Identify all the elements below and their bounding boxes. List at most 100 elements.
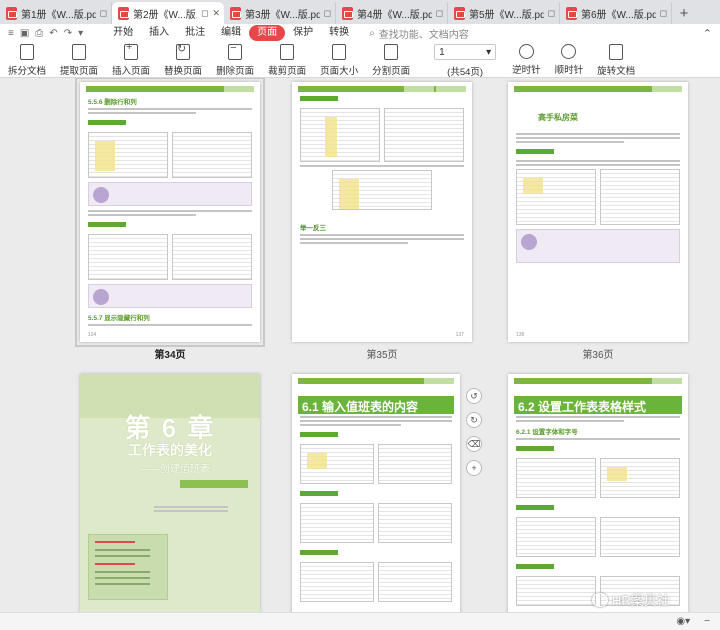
page-header-bar: [298, 378, 454, 384]
tab-chat-icon[interactable]: ◻: [201, 8, 208, 19]
print-icon[interactable]: ⎙: [35, 28, 43, 39]
page-size-icon: [332, 44, 347, 60]
rotate-cw-icon: [561, 44, 577, 59]
menu-icon[interactable]: ≡: [8, 28, 14, 39]
tab-chat-icon[interactable]: ◻: [100, 8, 107, 19]
menu-item-start[interactable]: 开始: [105, 25, 141, 41]
replace-page-button[interactable]: 替换页面: [164, 42, 203, 77]
page-thumbnail-39[interactable]: 6.2 设置工作表表格样式 6.2.1 设置字体和字号: [508, 374, 688, 612]
page-number-value: 1: [439, 46, 445, 58]
rotate-document-icon: [609, 44, 624, 60]
menu-tabs: 开始 插入 批注 编辑 页面 保护 转换: [105, 25, 357, 41]
page-label-35: 第35页: [366, 350, 398, 361]
menu-item-annotate[interactable]: 批注: [177, 25, 213, 41]
add-page-icon[interactable]: +: [466, 460, 482, 476]
menu-item-page[interactable]: 页面: [249, 25, 286, 41]
page-size-button[interactable]: 页面大小: [320, 44, 358, 77]
tab-chat-icon[interactable]: ◻: [660, 8, 667, 19]
split-page-button[interactable]: 分割页面: [372, 44, 410, 77]
page-toolbar: 拆分文档 提取页面 插入页面 替换页面 删除页面 裁剪页面 页面大小 分割页面 …: [0, 41, 720, 78]
tab-book-1[interactable]: 第1册《W...版.pdf ◻: [0, 2, 112, 24]
tip-box: [88, 182, 252, 206]
tab-title: 第2册《W...版.pdf: [133, 9, 197, 21]
page-thumbnail-36[interactable]: 高手私房菜 138: [508, 82, 688, 342]
watermark: HR案贝社: [592, 590, 670, 609]
menu-item-protect[interactable]: 保护: [285, 25, 321, 41]
tool-label: 顺时针: [554, 65, 584, 76]
tab-bar: 第1册《W...版.pdf ◻ 第2册《W...版.pdf ◻ ✕ 第3册《W.…: [0, 0, 720, 24]
page-navigator: 1 ▾ (共54页): [434, 44, 497, 78]
tip-box: [516, 229, 680, 263]
expand-icon[interactable]: ⌃: [703, 27, 712, 40]
undo-icon[interactable]: ↶: [49, 28, 57, 39]
split-icon: [20, 44, 34, 60]
tool-label: 删除页面: [216, 66, 255, 77]
delete-page-button[interactable]: 删除页面: [216, 42, 255, 77]
tool-label: 插入页面: [112, 66, 151, 77]
pdf-icon: [230, 6, 241, 20]
new-tab-button[interactable]: +: [672, 2, 696, 24]
more-icon[interactable]: ▾: [78, 28, 83, 39]
zoom-out-icon[interactable]: −: [704, 616, 710, 627]
view-mode-icon[interactable]: ◉▾: [676, 616, 690, 627]
pdf-icon: [342, 6, 353, 20]
split-document-button[interactable]: 拆分文档: [8, 44, 46, 77]
chapter-outline-box: [88, 534, 168, 600]
crop-page-button[interactable]: 裁剪页面: [268, 44, 306, 77]
tool-label: 裁剪页面: [268, 66, 307, 77]
tool-label: 分割页面: [372, 66, 411, 77]
redo-icon[interactable]: ↷: [64, 28, 72, 39]
menu-item-edit[interactable]: 编辑: [213, 25, 249, 41]
crop-icon: [280, 44, 295, 60]
pdf-icon: [118, 6, 129, 20]
tab-title: 第1册《W...版.pdf: [21, 9, 96, 21]
watermark-text: HR案贝社: [612, 593, 670, 608]
tab-book-6[interactable]: 第6册《W...版.pdf ◻: [560, 2, 672, 24]
page-thumbnail-35[interactable]: 举一反三 137: [292, 82, 472, 342]
menu-item-insert[interactable]: 插入: [141, 25, 177, 41]
section-title: 5.5.6 删除行和列: [88, 99, 137, 106]
delete-icon: [228, 42, 243, 60]
status-bar: ◉▾ −: [0, 612, 720, 630]
section-title: 5.5.7 显示隐藏行和列: [88, 315, 150, 322]
tab-chat-icon[interactable]: ◻: [436, 8, 443, 19]
tab-chat-icon[interactable]: ◻: [548, 8, 555, 19]
search-box[interactable]: ⌕ 查找功能、文档内容: [369, 26, 469, 41]
insert-icon: [124, 41, 139, 60]
section-title: 举一反三: [300, 225, 326, 232]
rotate-ccw-button[interactable]: 逆时针: [512, 44, 541, 76]
chevron-down-icon[interactable]: ▾: [486, 47, 491, 58]
tab-title: 第6册《W...版.pdf: [581, 9, 656, 21]
pdf-icon: [6, 6, 17, 20]
tool-label: 替换页面: [164, 66, 203, 77]
section-title: 6.1 输入值班表的内容: [298, 396, 454, 414]
tab-book-3[interactable]: 第3册《W...版.pdf ◻: [224, 2, 336, 24]
rotate-cw-icon[interactable]: ↻: [466, 412, 482, 428]
page-header-bar: [514, 378, 682, 384]
insert-page-button[interactable]: 插入页面: [112, 41, 151, 77]
page-number-input[interactable]: 1 ▾: [434, 44, 497, 60]
subsection-title: 6.2.1 设置字体和字号: [516, 429, 578, 436]
split-page-icon: [384, 44, 399, 60]
search-icon: ⌕: [369, 27, 375, 39]
replace-icon: [176, 42, 191, 60]
tab-title: 第4册《W...版.pdf: [357, 9, 432, 21]
tab-book-2[interactable]: 第2册《W...版.pdf ◻ ✕: [112, 2, 224, 24]
tab-book-5[interactable]: 第5册《W...版.pdf ◻: [448, 2, 560, 24]
extract-page-button[interactable]: 提取页面: [60, 44, 98, 77]
tool-label: 旋转文档: [597, 66, 636, 77]
save-icon[interactable]: ▣: [20, 28, 29, 39]
rotate-document-button[interactable]: 旋转文档: [597, 44, 635, 77]
rotate-ccw-icon[interactable]: ↺: [466, 388, 482, 404]
page-thumbnail-37[interactable]: 第 6 章 工作表的美化 ——创建值班表: [80, 374, 260, 612]
pdf-icon: [454, 6, 465, 20]
page-thumbnail-38[interactable]: 6.1 输入值班表的内容: [292, 374, 460, 612]
tab-book-4[interactable]: 第4册《W...版.pdf ◻: [336, 2, 448, 24]
close-icon[interactable]: ✕: [212, 8, 220, 19]
tip-box: [88, 284, 252, 308]
rotate-cw-button[interactable]: 顺时针: [554, 44, 584, 76]
page-thumbnail-34[interactable]: 5.5.6 删除行和列 5.5.7 显示隐藏行和列 134: [75, 78, 265, 347]
delete-icon[interactable]: ⌫: [466, 436, 482, 452]
tab-chat-icon[interactable]: ◻: [324, 8, 331, 19]
menu-item-convert[interactable]: 转换: [321, 25, 357, 41]
